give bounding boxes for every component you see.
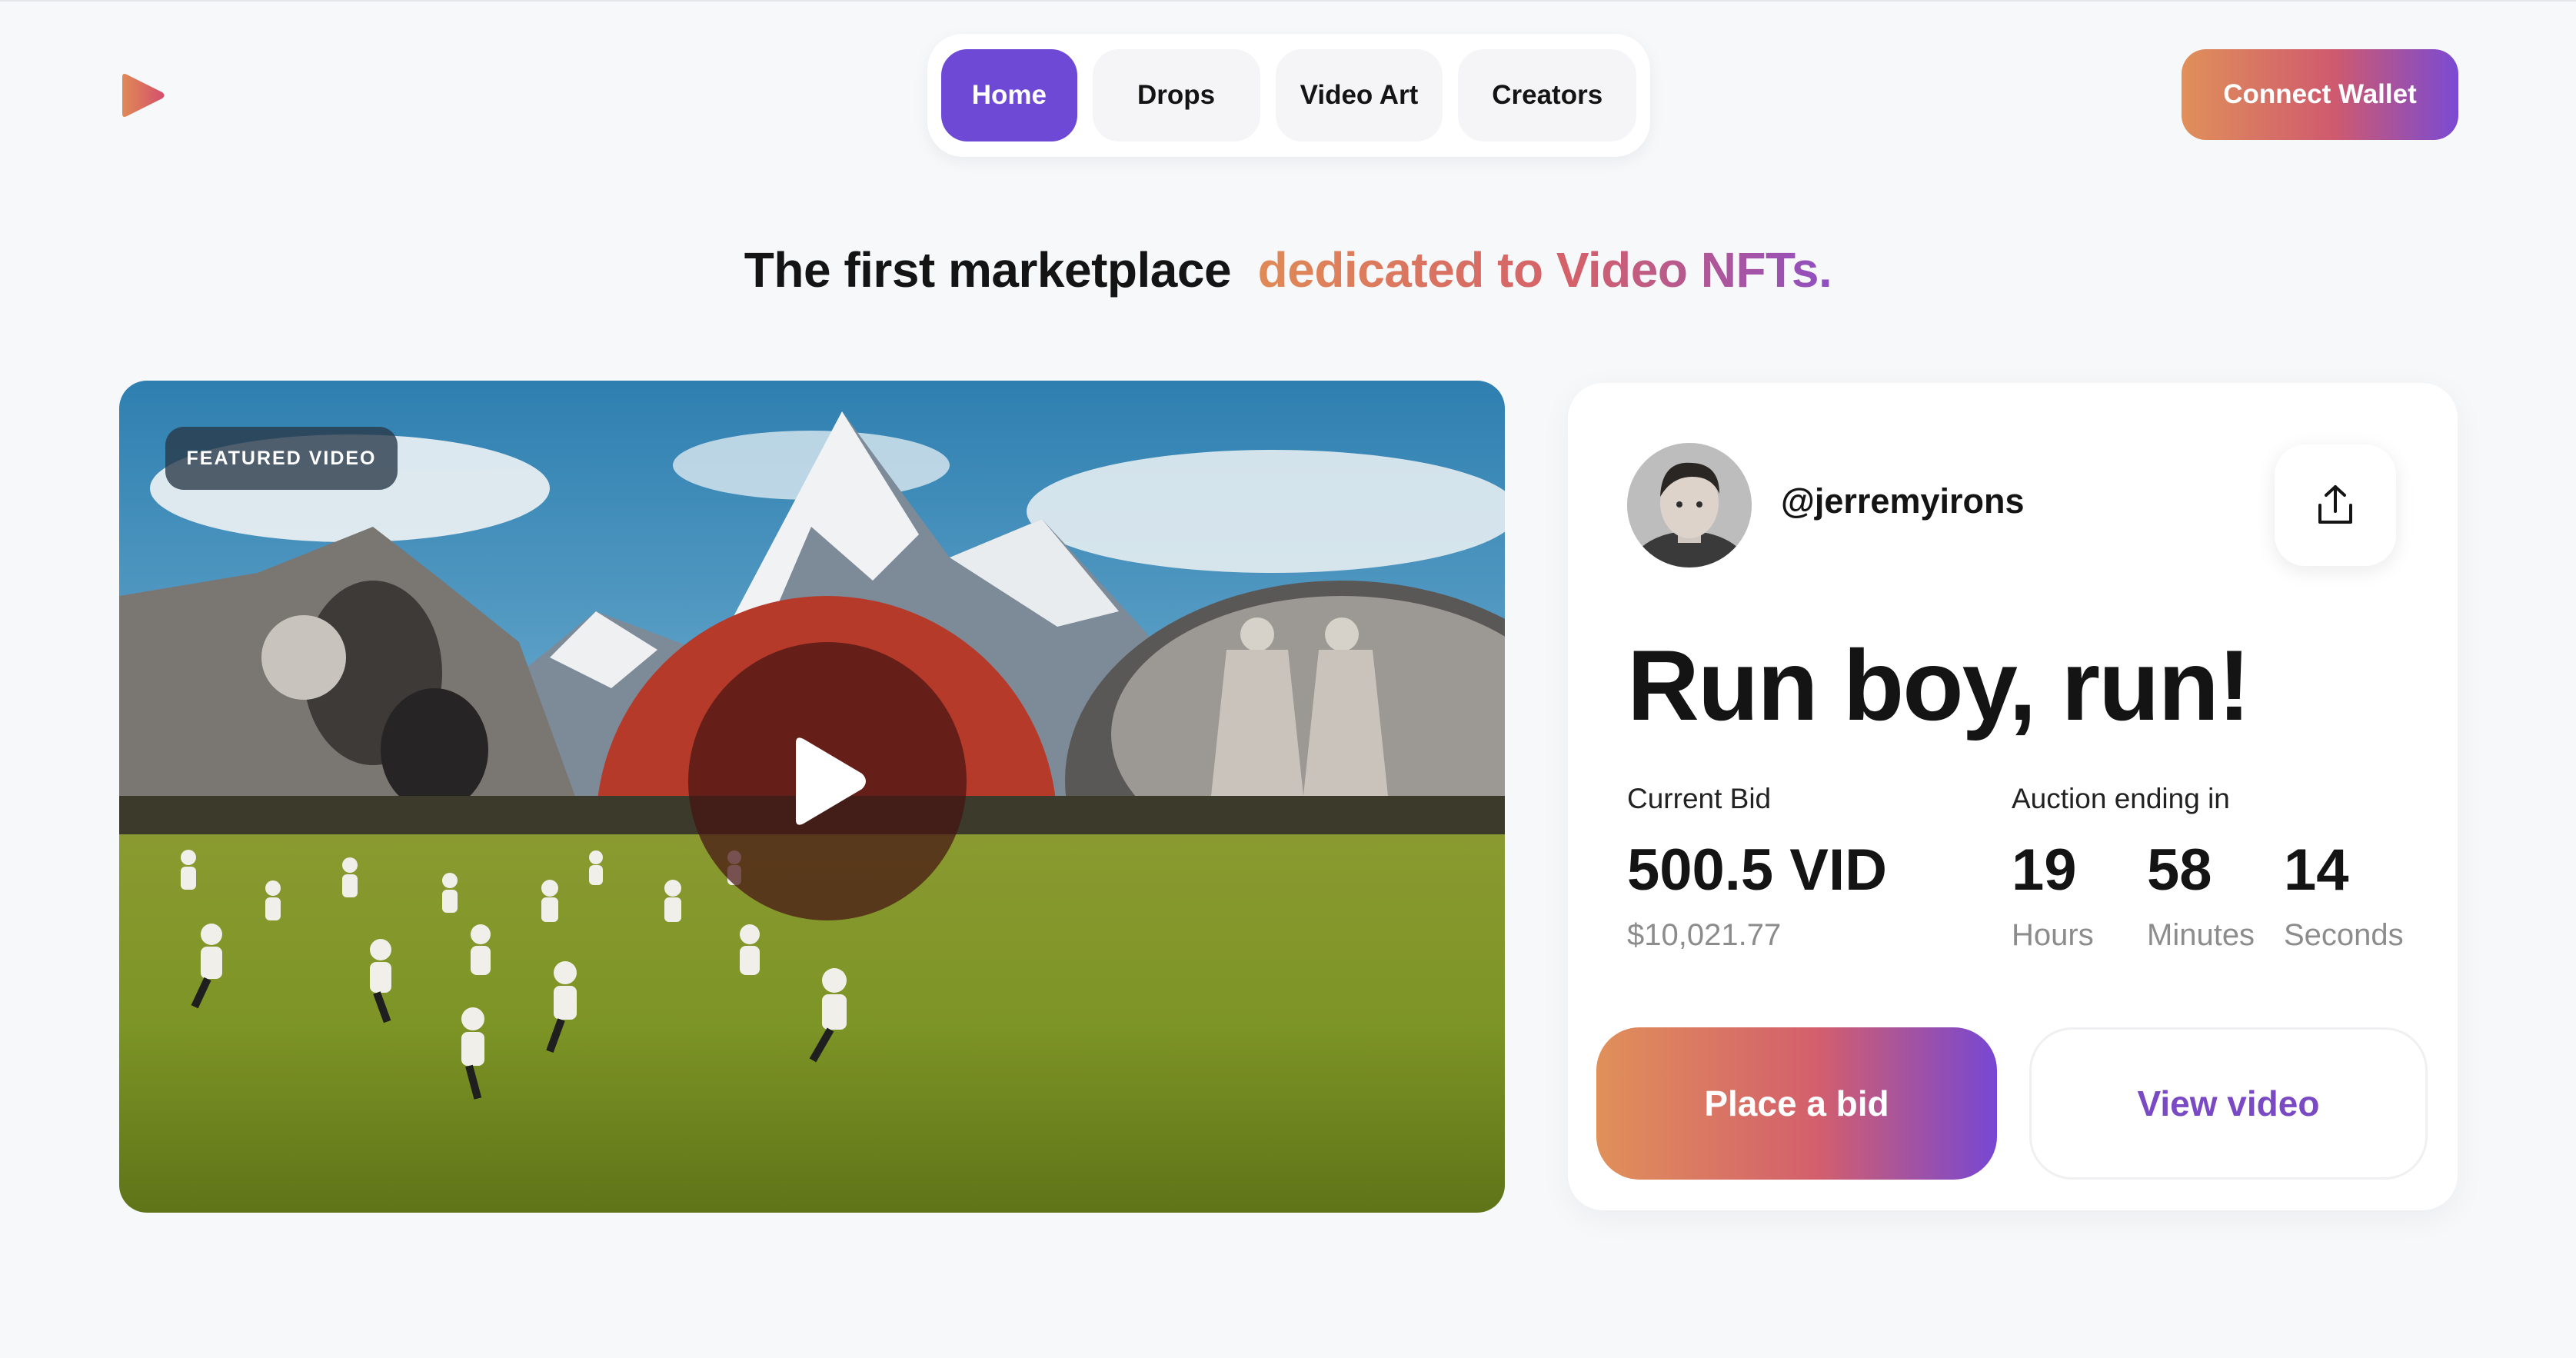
headline-plain: The first marketplace [744,242,1232,298]
auction-card: @jerremyirons Run boy, run! Current Bid … [1568,383,2458,1210]
creator-avatar[interactable] [1627,443,1752,567]
page-headline: The first marketplace dedicated to Video… [0,241,2576,298]
auction-label: Auction ending in [2012,783,2230,814]
nav-creators[interactable]: Creators [1458,49,1637,141]
timer-hours-label: Hours [2012,918,2094,952]
timer-minutes-value: 58 [2147,837,2212,903]
featured-video-badge: FEATURED VIDEO [165,427,398,490]
current-bid-value: 500.5 VID [1627,837,1887,903]
place-bid-button[interactable]: Place a bid [1596,1027,1997,1180]
timer-seconds-value: 14 [2284,837,2349,903]
timer-minutes-label: Minutes [2147,918,2255,952]
headline-accent: dedicated to Video NFTs. [1257,242,1832,298]
view-video-button[interactable]: View video [2029,1027,2428,1180]
share-button[interactable] [2275,444,2396,566]
timer-seconds-label: Seconds [2284,918,2404,952]
nav-home[interactable]: Home [941,49,1077,141]
page: Home Drops Video Art Creators Connect Wa… [0,0,2576,1358]
timer-hours-value: 19 [2012,837,2077,903]
logo-icon[interactable] [118,71,167,120]
current-bid-usd: $10,021.77 [1627,918,1782,952]
nav-drops[interactable]: Drops [1092,49,1260,141]
featured-video[interactable]: FEATURED VIDEO [119,381,1505,1213]
connect-wallet-button[interactable]: Connect Wallet [2182,49,2458,140]
creator-username[interactable]: @jerremyirons [1781,481,2025,521]
main-nav: Home Drops Video Art Creators [927,34,1650,157]
nft-title: Run boy, run! [1627,629,2251,741]
share-icon [2318,485,2352,524]
play-icon [796,737,866,825]
current-bid-label: Current Bid [1627,783,1772,814]
play-button[interactable] [688,642,967,920]
nav-video-art[interactable]: Video Art [1275,49,1443,141]
